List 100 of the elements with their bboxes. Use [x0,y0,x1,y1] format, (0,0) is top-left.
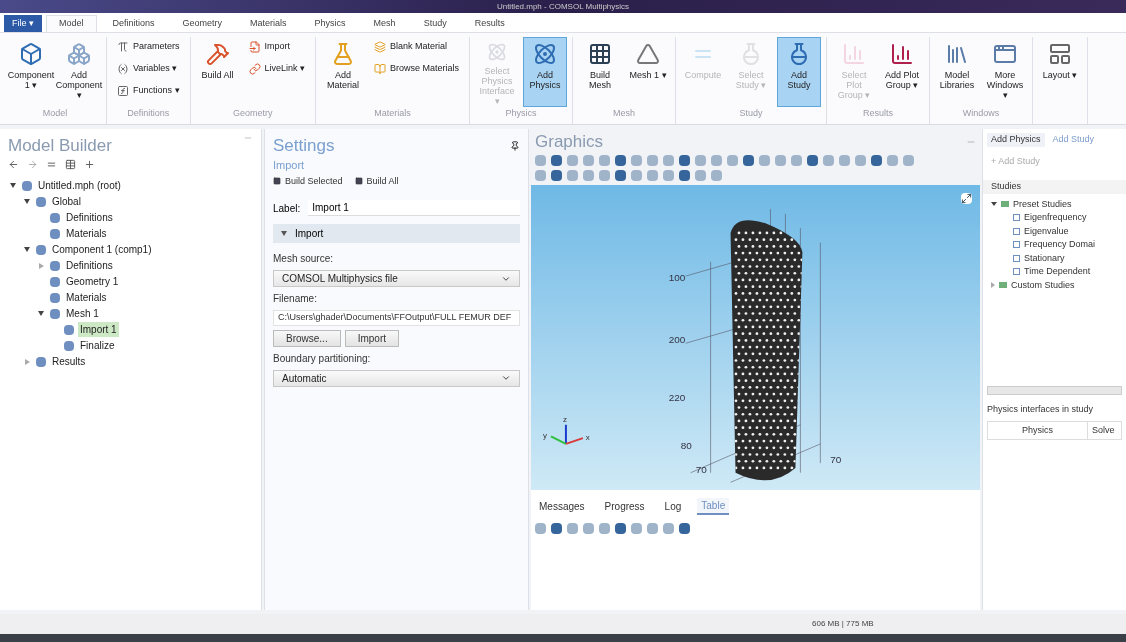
action-button[interactable]: Import [344,329,400,347]
toolbar-icon[interactable] [551,522,562,534]
tree-item[interactable]: Materials [64,226,109,241]
panel-tab[interactable]: Progress [600,497,649,515]
ribbon-tab[interactable]: Definitions [100,15,167,32]
ribbon-button[interactable]: Model Libraries [935,37,980,107]
boundary-dropdown[interactable]: Automatic [273,369,520,387]
tree-item[interactable]: Geometry 1 [64,274,121,289]
axis-tick-label: 220 [668,391,686,403]
ribbon-button[interactable]: Component 1 ▾ [9,37,53,107]
expanded-arrow-icon[interactable] [38,311,44,316]
expanded-arrow-icon[interactable] [10,183,16,188]
toolbar-icon[interactable] [615,154,626,166]
build-icon [273,177,281,186]
tree-item[interactable]: Definitions [64,258,115,273]
toolbar-icon[interactable] [615,169,626,181]
ribbon-tab[interactable]: Mesh [361,15,408,32]
tree-item[interactable]: Component 1 (comp1) [50,242,154,257]
ribbon-tab[interactable]: Model [46,15,97,32]
expanded-arrow-icon[interactable] [24,247,30,252]
back-icon[interactable] [8,158,19,170]
label-field[interactable]: Import 1 [308,200,520,216]
tree-item[interactable]: Untitled.mph (root) [36,178,123,193]
toolbar-icon[interactable] [84,158,95,170]
axis-tick-label: 80 [680,439,692,451]
pin-icon[interactable] [510,140,520,151]
ribbon-tab[interactable]: Results [462,15,517,32]
axis-tick-label: 70 [830,453,842,465]
ribbon-button[interactable]: Browse Materials [369,59,465,79]
ribbon-icon [117,63,129,75]
ribbon-button[interactable]: Add Material [321,37,366,107]
ribbon-button[interactable]: Blank Material [369,37,465,57]
ribbon-tab[interactable]: Geometry [170,15,235,32]
ribbon-button[interactable]: More Windows ▾ [983,37,1028,107]
ribbon-button[interactable]: Add Study [777,37,822,107]
ribbon-tab[interactable]: Physics [302,15,358,32]
forward-icon[interactable] [27,158,38,170]
dropdown-caret-icon [501,373,511,383]
tree-node-icon [36,244,46,255]
ribbon-group-label: Windows [962,107,1000,120]
toolbar-icon[interactable] [65,158,76,170]
tree-item[interactable]: Import 1 [78,322,119,337]
tree-item[interactable]: Finalize [78,338,117,353]
tree-node-icon [50,212,60,223]
tree-item[interactable]: Custom Studies [1011,278,1075,292]
tree-item[interactable]: Global [50,194,83,209]
ribbon-button[interactable]: Functions ▾ [112,81,185,101]
collapsed-arrow-icon[interactable] [991,282,995,289]
collapsed-arrow-icon[interactable] [24,358,30,365]
collapsed-arrow-icon[interactable] [38,262,44,269]
panel-tab[interactable]: Log [660,497,686,515]
mesh-source-dropdown[interactable]: COMSOL Multiphysics file [273,270,520,287]
filename-field[interactable]: C:\Users\ghader\Documents\FFOutput\FULL FEMUR DEF [273,310,520,326]
ribbon-button[interactable]: Build All [195,37,240,107]
tree-item[interactable]: Eigenvalue [1024,224,1069,238]
tree-item[interactable]: Eigenfrequency [1024,211,1087,225]
tree-item[interactable]: Preset Studies [1013,197,1072,211]
toolbar-icon[interactable] [871,154,882,166]
toolbar-icon[interactable] [679,522,690,534]
ribbon-button[interactable]: Mesh 1 ▾ [626,37,671,107]
build-button[interactable]: Build Selected [273,174,343,188]
toolbar-icon[interactable] [551,169,562,181]
toolbar-icon[interactable] [679,169,690,181]
ribbon-icon [19,42,43,66]
panel-tab[interactable]: Messages [535,497,589,515]
tree-item[interactable]: Materials [64,290,109,305]
tree-item[interactable]: Mesh 1 [64,306,101,321]
section-header[interactable]: Import [273,224,520,243]
ribbon-button[interactable]: Add Plot Group ▾ [880,37,925,107]
tree-item[interactable]: Results [50,354,88,369]
tree-node-icon [36,356,46,367]
ribbon-button[interactable]: Add Physics [523,37,568,107]
ribbon-button[interactable]: Variables ▾ [112,59,185,79]
ribbon-tab[interactable]: Materials [238,15,299,32]
build-button[interactable]: Build All [354,174,399,188]
toolbar-icon[interactable] [551,154,562,166]
tree-item[interactable]: Frequency Domai [1024,238,1096,252]
action-button[interactable]: Browse... [273,329,341,347]
expanded-arrow-icon[interactable] [991,202,997,207]
ribbon-button[interactable]: Import [243,37,311,57]
ribbon-button[interactable]: Parameters [112,37,185,57]
ribbon-button[interactable]: LiveLink ▾ [243,59,311,79]
tree-item[interactable]: Time Dependent [1024,265,1091,279]
toolbar-icon[interactable] [679,154,690,166]
toolbar-icon[interactable] [743,154,754,166]
tree-item[interactable]: Definitions [64,210,115,225]
ribbon-button[interactable]: Layout ▾ [1038,37,1083,107]
ribbon-button[interactable]: Build Mesh [578,37,623,107]
toolbar-icon[interactable] [615,522,626,534]
fullscreen-icon[interactable] [961,192,972,204]
tree-item[interactable]: Stationary [1024,251,1065,265]
ribbon-button[interactable]: Add Component ▾ [57,37,101,107]
tree-node-icon [50,260,60,271]
expanded-arrow-icon[interactable] [24,199,30,204]
expanded-arrow-icon [281,231,287,236]
scrollbar[interactable] [987,386,1122,395]
ribbon-tab[interactable]: Study [411,15,459,32]
file-menu-button[interactable]: File ▾ [4,15,42,32]
panel-tab[interactable]: Add Physics [987,133,1045,147]
toolbar-icon[interactable] [807,154,818,166]
